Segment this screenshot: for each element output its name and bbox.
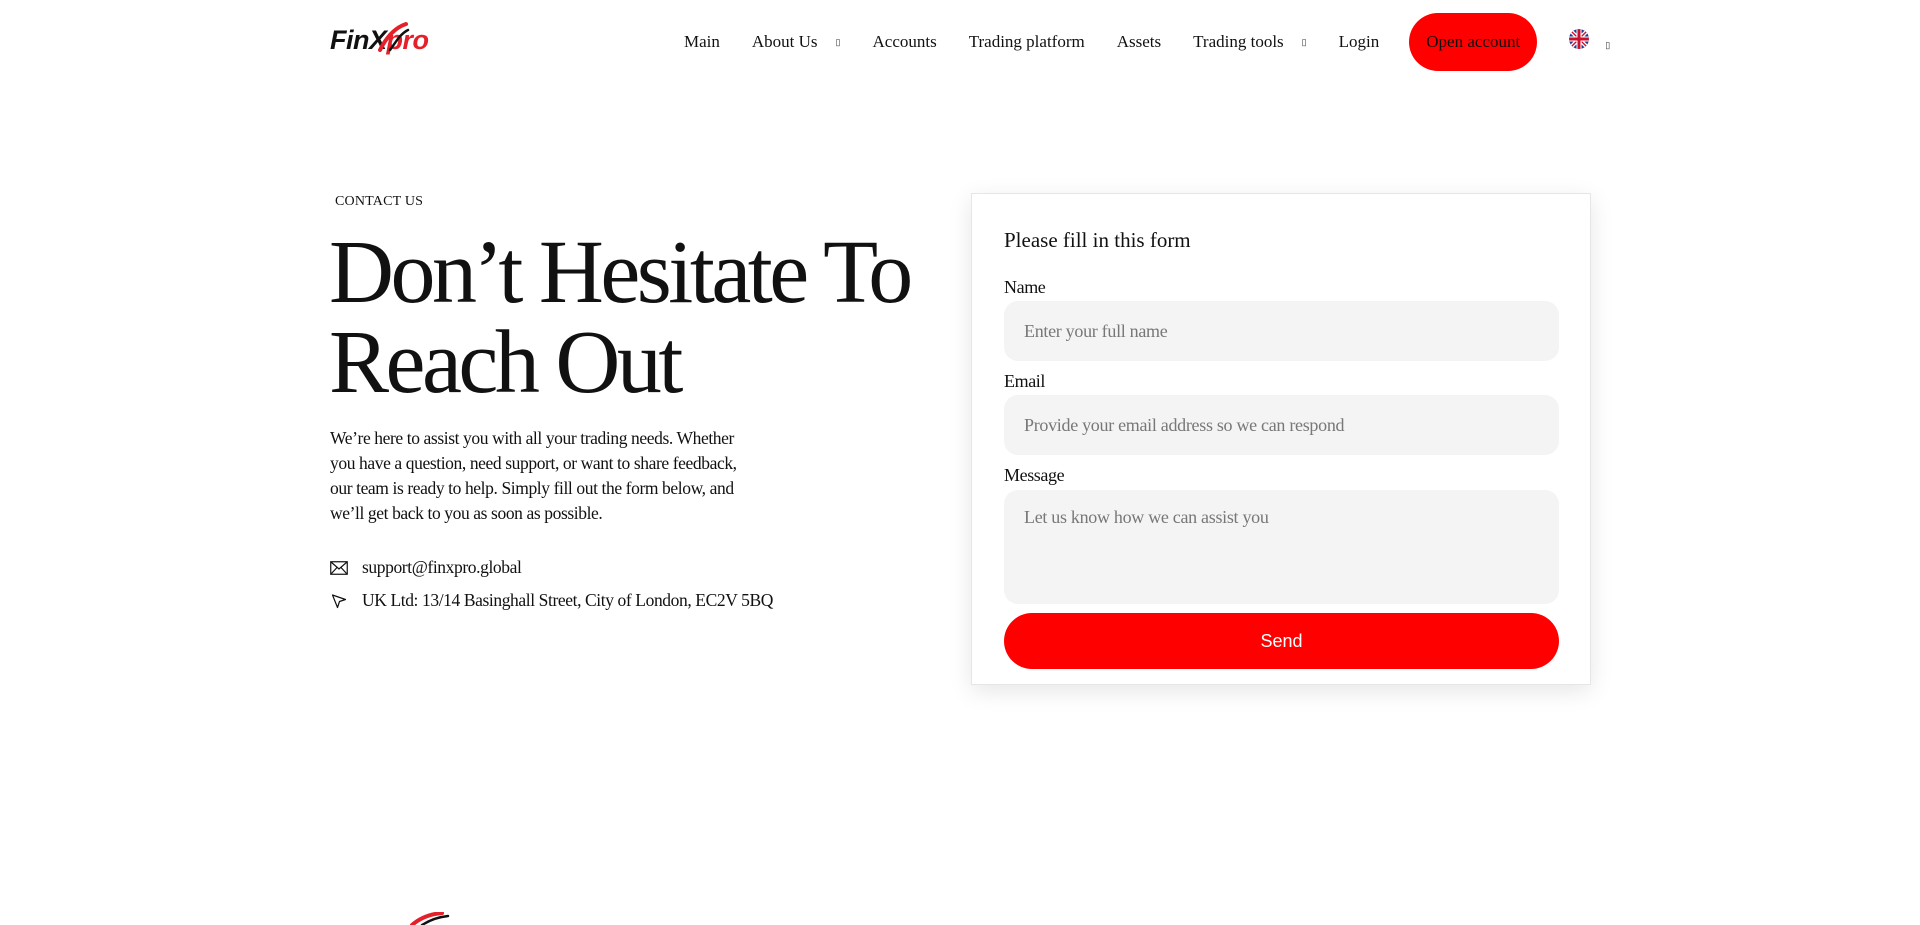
name-label: Name xyxy=(1004,277,1046,297)
message-label: Message xyxy=(1004,465,1065,485)
chevron-down-icon: ▯ xyxy=(1605,39,1611,50)
uk-flag-icon xyxy=(1569,29,1590,49)
title-line-2: Reach Out xyxy=(329,313,683,412)
name-input[interactable] xyxy=(1004,301,1559,361)
nav-about-us[interactable]: About Us ▯ xyxy=(752,32,841,52)
hero-description: We’re here to assist you with all your t… xyxy=(330,428,737,523)
contact-email-row[interactable]: support@finxpro.global xyxy=(330,557,522,578)
nav-trading-platform[interactable]: Trading platform xyxy=(969,32,1085,52)
message-textarea[interactable] xyxy=(1004,490,1559,604)
site-header: FinXpro Main About Us ▯ Accounts Trading … xyxy=(0,0,1920,84)
nav-assets[interactable]: Assets xyxy=(1117,32,1161,52)
language-selector[interactable]: ▯ xyxy=(1569,28,1610,51)
nav-accounts[interactable]: Accounts xyxy=(873,32,937,52)
finxpro-logo[interactable]: FinXpro xyxy=(330,22,429,58)
contact-address-row: UK Ltd: 13/14 Basinghall Street, City of… xyxy=(330,590,773,611)
footer-logo-swoosh-icon xyxy=(410,912,450,925)
open-account-button[interactable]: Open account xyxy=(1409,13,1538,71)
page-title: Don’t Hesitate To Reach Out xyxy=(329,228,969,408)
form-title: Please fill in this form xyxy=(1004,228,1191,252)
nav-main[interactable]: Main xyxy=(684,32,720,52)
contact-email[interactable]: support@finxpro.global xyxy=(362,557,522,578)
email-label: Email xyxy=(1004,371,1045,391)
chevron-down-icon: ▯ xyxy=(835,36,841,47)
contact-address: UK Ltd: 13/14 Basinghall Street, City of… xyxy=(362,590,773,610)
logo-swoosh-icon xyxy=(378,22,410,52)
send-button[interactable]: Send xyxy=(1004,613,1559,669)
chevron-down-icon: ▯ xyxy=(1301,36,1307,47)
nav-trading-tools[interactable]: Trading tools ▯ xyxy=(1193,32,1306,52)
nav-login[interactable]: Login xyxy=(1339,32,1380,52)
location-arrow-icon xyxy=(330,592,348,610)
envelope-icon xyxy=(330,559,348,577)
title-line-1: Don’t Hesitate To xyxy=(329,223,913,322)
section-eyebrow: CONTACT US xyxy=(335,194,424,209)
main-nav: Main About Us ▯ Accounts Trading platform… xyxy=(684,0,1610,84)
email-input[interactable] xyxy=(1004,395,1559,455)
contact-form: Please fill in this form Name Email Mess… xyxy=(971,193,1591,685)
